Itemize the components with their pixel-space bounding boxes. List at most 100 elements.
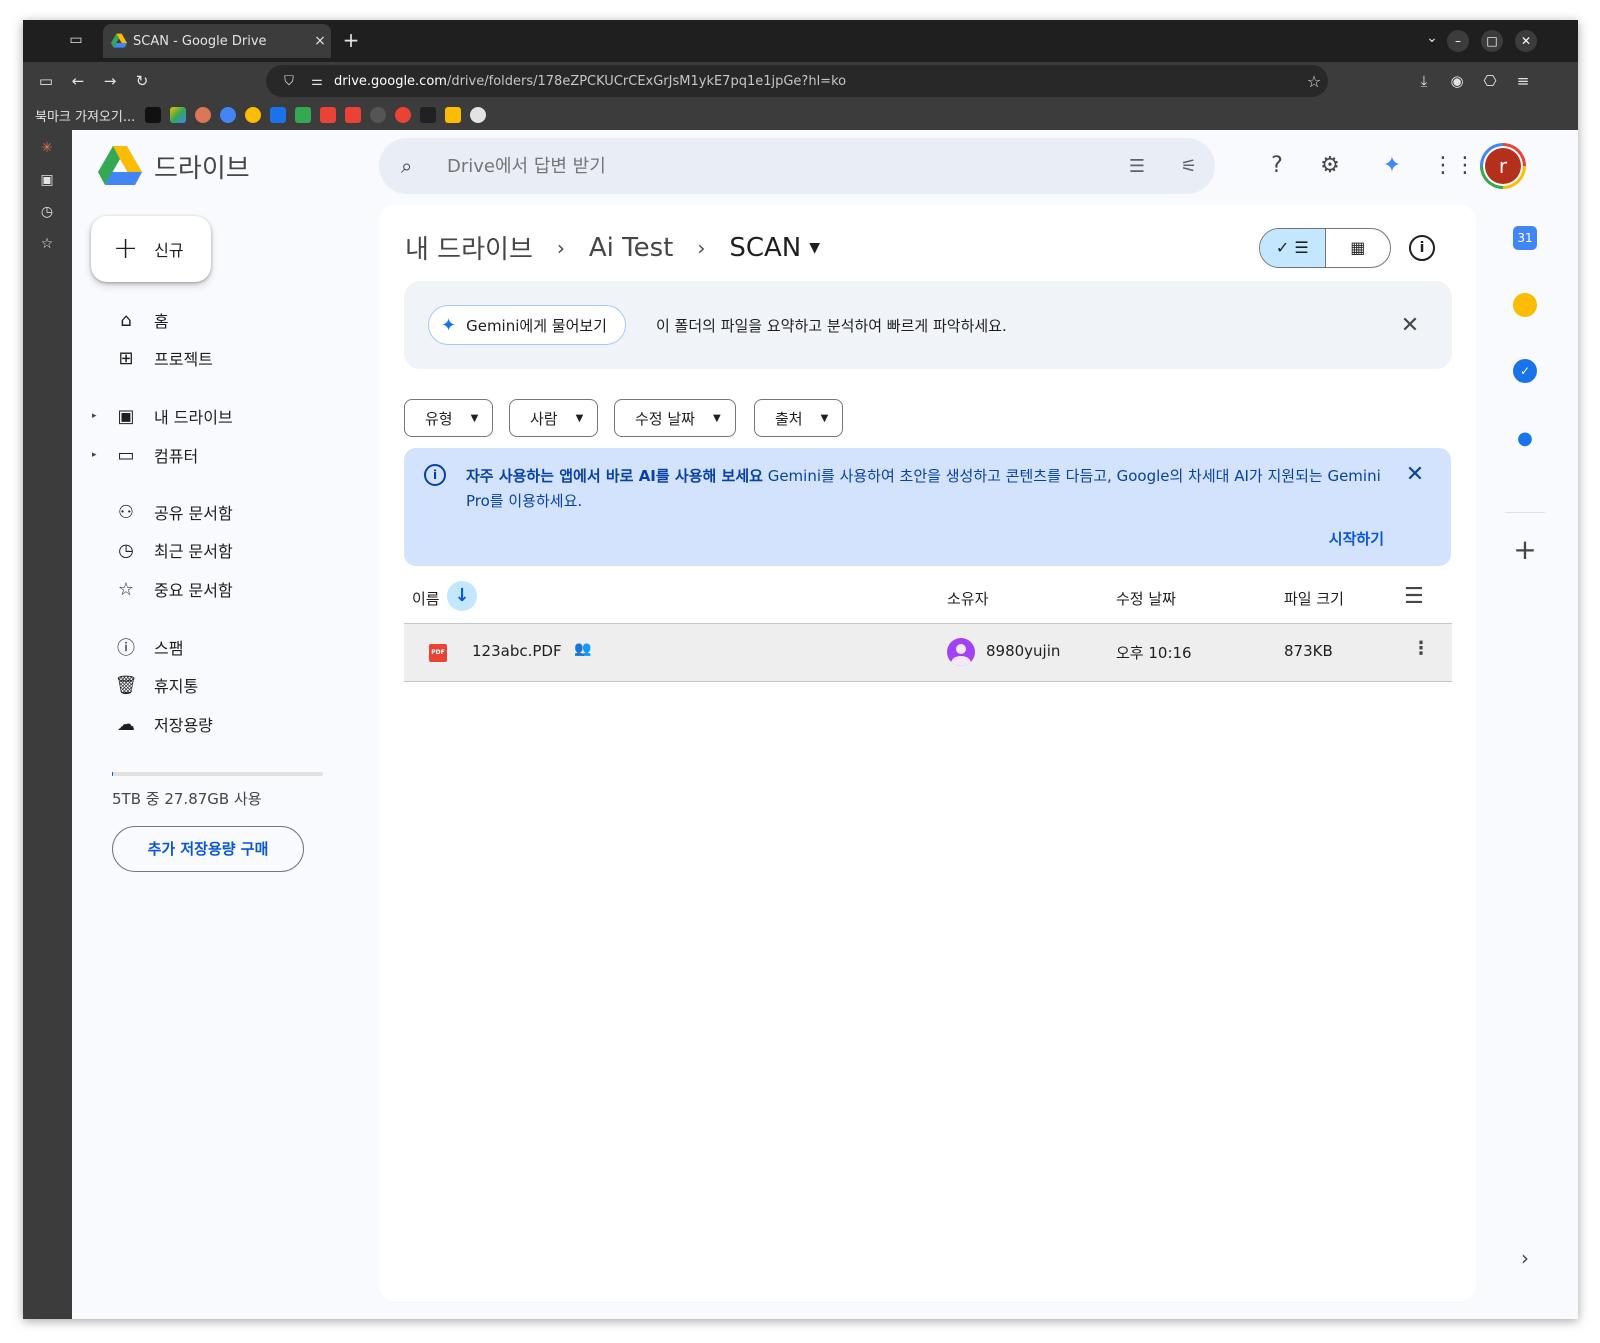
- breadcrumb: 내 드라이브 › Ai Test › SCAN ▼: [405, 229, 820, 266]
- browser-tab[interactable]: SCAN - Google Drive ×: [103, 24, 331, 58]
- filter-people-chip[interactable]: 사람 ▼: [509, 399, 599, 437]
- sidebar-item-project[interactable]: ⊞ 프로젝트: [98, 342, 348, 374]
- filter-modified-chip[interactable]: 수정 날짜 ▼: [614, 399, 736, 437]
- bookmark-icon[interactable]: [145, 107, 162, 123]
- account-icon[interactable]: ◉: [1446, 70, 1468, 92]
- history-icon[interactable]: ◷: [37, 204, 57, 224]
- tab-list-icon[interactable]: ⌄: [1421, 30, 1443, 52]
- sidebar-item-computers[interactable]: ▸ ▭ 컴퓨터: [92, 439, 348, 471]
- filter-icon[interactable]: ⚟: [1163, 156, 1215, 177]
- bookmark-icon[interactable]: [170, 107, 187, 123]
- claude-icon[interactable]: ✳: [37, 140, 57, 160]
- breadcrumb-current[interactable]: SCAN: [729, 233, 801, 263]
- sidebar-item-starred[interactable]: ☆ 중요 문서함: [98, 573, 348, 605]
- bookmark-icon[interactable]: [295, 107, 312, 123]
- expand-caret-icon[interactable]: ▸: [92, 450, 97, 460]
- grid-view-button[interactable]: ▦: [1326, 229, 1391, 267]
- close-window-icon[interactable]: ✕: [1515, 30, 1537, 52]
- search-bar[interactable]: ⌕ ☰ ⚟: [379, 138, 1215, 194]
- bookmark-icon[interactable]: [270, 107, 287, 123]
- tasks-icon[interactable]: ✓: [1513, 359, 1537, 383]
- file-name[interactable]: 123abc.PDF: [472, 642, 562, 660]
- menu-icon[interactable]: ≡: [1512, 70, 1534, 92]
- calendar-icon[interactable]: 31: [1513, 226, 1537, 250]
- sidebar-item-recent[interactable]: ◷ 최근 문서함: [98, 534, 348, 566]
- list-view-button[interactable]: ✓ ☰: [1260, 229, 1326, 267]
- new-tab-button[interactable]: +: [339, 28, 363, 52]
- bookmark-icon[interactable]: [245, 107, 262, 123]
- sidebar-item-my-drive[interactable]: ▸ ▣ 내 드라이브: [92, 400, 348, 432]
- downloads-icon[interactable]: ⤓: [1413, 70, 1435, 92]
- permissions-icon[interactable]: ⚌: [306, 74, 328, 89]
- info-icon[interactable]: i: [1409, 235, 1435, 261]
- bookmark-icon[interactable]: [395, 107, 412, 123]
- reload-icon[interactable]: ↻: [131, 70, 153, 92]
- ask-gemini-button[interactable]: ✦ Gemini에게 물어보기: [428, 305, 626, 345]
- forward-icon[interactable]: →: [99, 70, 121, 92]
- shield-icon[interactable]: ⛉: [278, 74, 300, 89]
- back-icon[interactable]: ←: [67, 70, 89, 92]
- maximize-icon[interactable]: □: [1481, 30, 1503, 52]
- keep-icon[interactable]: [1513, 293, 1537, 317]
- close-icon[interactable]: ✕: [1402, 462, 1428, 487]
- sidebar-item-trash[interactable]: 🗑 휴지통: [98, 669, 348, 701]
- bookmark-icon[interactable]: [345, 107, 362, 123]
- apps-grid-icon[interactable]: ⋮⋮: [1432, 152, 1476, 180]
- gemini-icon[interactable]: ✦: [1378, 152, 1406, 180]
- synced-tabs-icon[interactable]: ▣: [37, 172, 57, 192]
- expand-caret-icon[interactable]: ▸: [92, 411, 97, 421]
- breadcrumb-root[interactable]: 내 드라이브: [405, 229, 533, 266]
- dropdown-caret-icon[interactable]: ▼: [809, 240, 820, 256]
- sidebar-item-shared[interactable]: ⚇ 공유 문서함: [98, 496, 348, 528]
- new-button[interactable]: + 신규: [91, 216, 211, 282]
- gemini-bar: ✦ Gemini에게 물어보기 이 폴더의 파일을 요약하고 분석하여 빠르게 …: [404, 281, 1452, 369]
- bookmark-icon[interactable]: [445, 107, 462, 123]
- url-text[interactable]: drive.google.com/drive/folders/178eZPCKU…: [334, 74, 1300, 89]
- close-icon[interactable]: ✕: [1390, 313, 1430, 338]
- bookmark-icon[interactable]: [220, 107, 237, 123]
- bookmark-icon[interactable]: [320, 107, 337, 123]
- column-size[interactable]: 파일 크기: [1284, 588, 1344, 609]
- bookmarks-import-link[interactable]: 북마크 가져오기...: [35, 106, 135, 125]
- contacts-icon[interactable]: ●: [1513, 427, 1537, 451]
- bookmark-star-icon[interactable]: ☆: [1300, 72, 1328, 91]
- sidebar-item-spam[interactable]: ⓘ 스팸: [98, 631, 348, 663]
- sort-options-icon[interactable]: ☰: [1404, 584, 1424, 609]
- sidebar-toggle-icon[interactable]: ▭: [35, 70, 57, 92]
- chevron-right-icon[interactable]: ›: [1513, 1246, 1537, 1270]
- sidebar-item-storage[interactable]: ☁ 저장용량: [98, 708, 348, 740]
- add-addon-icon[interactable]: +: [1513, 536, 1537, 564]
- search-options-icon[interactable]: ☰: [1111, 156, 1163, 177]
- bookmark-icon[interactable]: [370, 107, 387, 123]
- buy-storage-button[interactable]: 추가 저장용량 구매: [112, 826, 304, 872]
- filter-source-chip[interactable]: 출처 ▼: [754, 399, 844, 437]
- sidebar-item-home[interactable]: ⌂ 홈: [98, 304, 348, 336]
- search-input[interactable]: [447, 155, 1111, 177]
- filter-type-chip[interactable]: 유형 ▼: [404, 399, 494, 437]
- help-icon[interactable]: ?: [1263, 152, 1291, 180]
- bookmark-icon[interactable]: [195, 107, 212, 123]
- extensions-icon[interactable]: ⎔: [1479, 70, 1501, 92]
- ai-search-icon: ⌕: [401, 154, 413, 178]
- account-avatar[interactable]: r: [1480, 143, 1526, 189]
- column-modified[interactable]: 수정 날짜: [1116, 588, 1176, 609]
- file-modified: 오후 10:16: [1116, 644, 1192, 662]
- settings-gear-icon[interactable]: ⚙: [1316, 152, 1344, 180]
- spam-icon: ⓘ: [117, 638, 135, 659]
- breadcrumb-middle[interactable]: Ai Test: [589, 233, 673, 263]
- bookmark-icon[interactable]: [420, 107, 437, 123]
- column-owner[interactable]: 소유자: [947, 588, 988, 609]
- sort-arrow-down-icon[interactable]: ↓: [447, 581, 477, 611]
- owner-avatar: [947, 638, 975, 666]
- column-name[interactable]: 이름: [412, 588, 440, 609]
- bookmark-icon[interactable]: [470, 107, 487, 123]
- drive-logo[interactable]: 드라이브: [98, 146, 250, 186]
- tab-overview-icon[interactable]: ▭: [67, 32, 85, 50]
- tab-close-icon[interactable]: ×: [309, 33, 331, 49]
- get-started-link[interactable]: 시작하기: [1304, 528, 1384, 549]
- table-row[interactable]: PDF 123abc.PDF 👥 8980yujin 오후 10:16 873K…: [404, 624, 1452, 682]
- minimize-icon[interactable]: –: [1447, 30, 1469, 52]
- bookmarks-icon[interactable]: ☆: [37, 236, 57, 256]
- more-vert-icon[interactable]: ⋮: [1412, 638, 1430, 659]
- address-bar[interactable]: ⛉ ⚌ drive.google.com/drive/folders/178eZ…: [266, 65, 1328, 97]
